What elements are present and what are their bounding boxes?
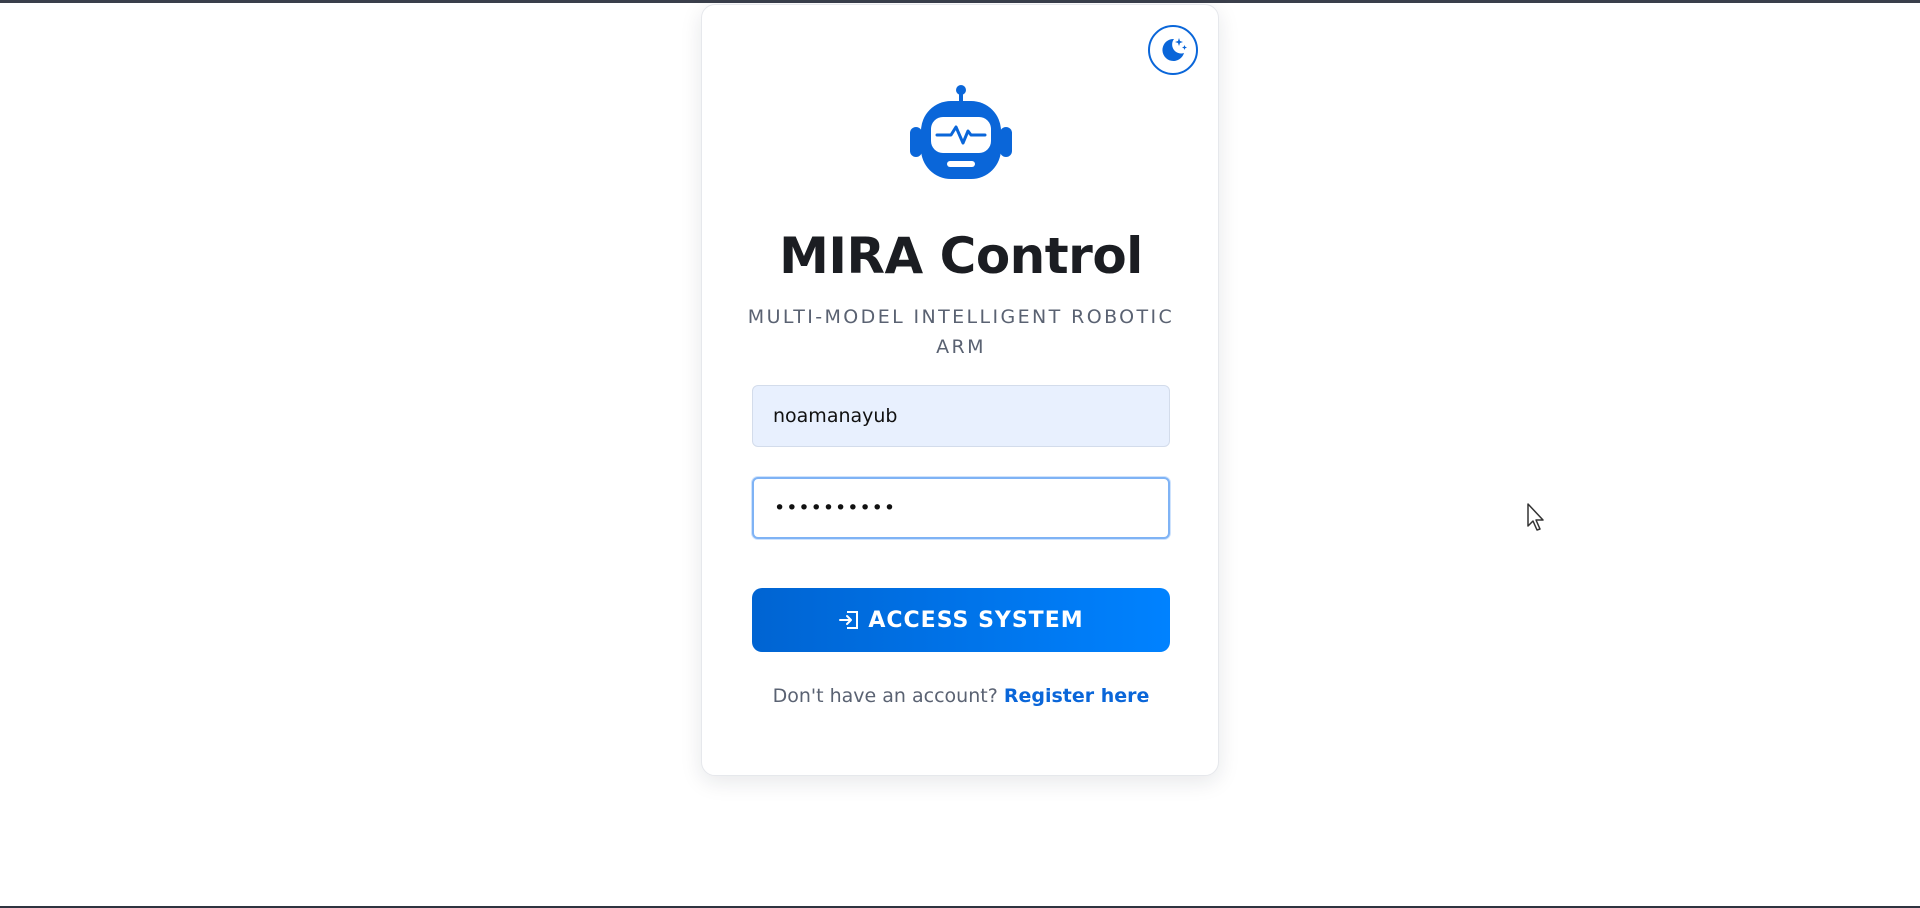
moon-stars-icon <box>1162 38 1187 61</box>
app-title: MIRA Control <box>779 227 1143 285</box>
access-system-button[interactable]: ACCESS SYSTEM <box>752 588 1170 652</box>
app-subtitle: MULTI-MODEL INTELLIGENT ROBOTIC ARM <box>747 306 1175 358</box>
window-top-edge <box>0 0 1920 3</box>
theme-toggle-button[interactable] <box>1148 25 1198 75</box>
robot-logo <box>909 83 1013 183</box>
robot-icon <box>910 85 1012 179</box>
register-prompt: Don't have an account? <box>772 685 998 707</box>
username-input[interactable] <box>752 385 1170 447</box>
register-link[interactable]: Register here <box>1004 685 1150 707</box>
login-arrow-icon <box>839 611 859 629</box>
login-card: MIRA Control MULTI-MODEL INTELLIGENT ROB… <box>701 4 1219 776</box>
access-system-label: ACCESS SYSTEM <box>868 607 1084 633</box>
mouse-pointer-icon <box>1527 503 1544 531</box>
password-input[interactable] <box>752 477 1170 539</box>
register-prompt-line: Don't have an account? Register here <box>702 685 1220 707</box>
